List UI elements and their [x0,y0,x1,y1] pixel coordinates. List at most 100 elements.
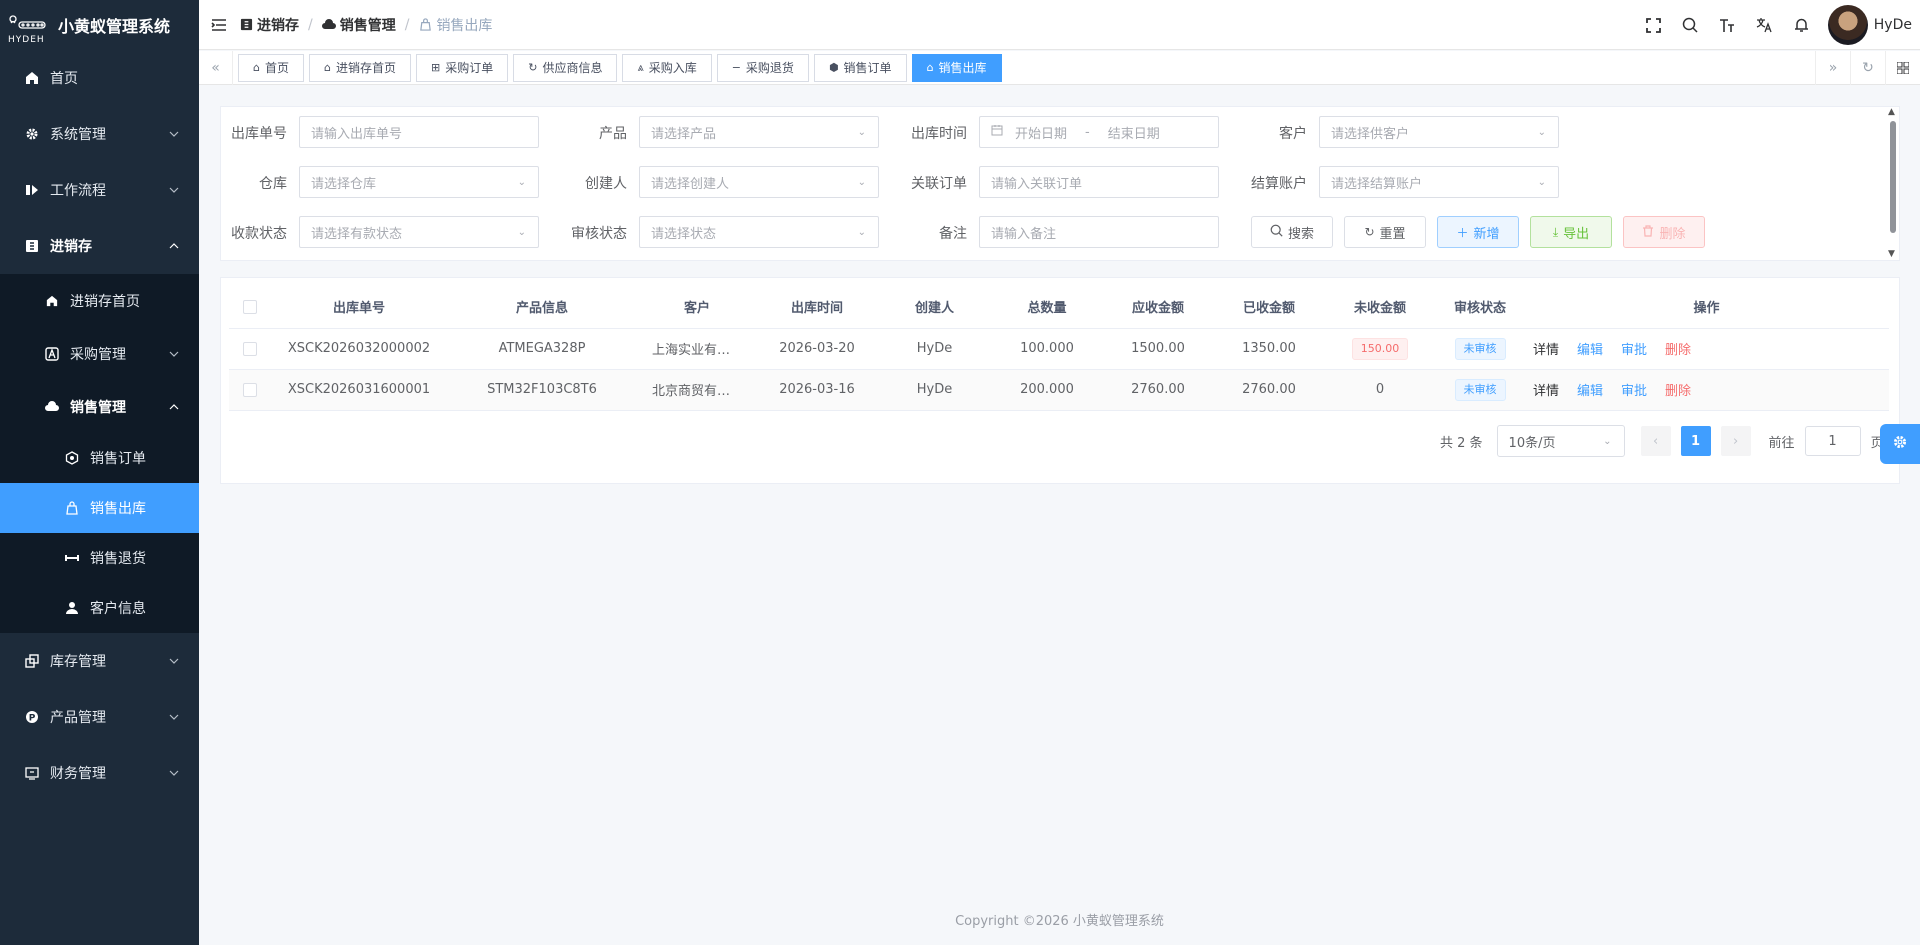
sidebar-item-sales-order[interactable]: 销售订单 [0,433,199,483]
tab-sales-order[interactable]: ⬢ 销售订单 [813,53,907,82]
col-receivable: 应收金额 [1102,286,1214,329]
breadcrumb-label: 销售管理 [339,17,396,34]
sidebar-item-label: 进销存首页 [70,293,140,310]
cell-unpaid: 0 [1324,369,1436,411]
chevron-down-icon: ⌄ [857,226,866,238]
reset-button[interactable]: ↻ 重置 [1344,216,1426,248]
sidebar-item-purchase[interactable]: 采购管理 [0,327,199,380]
tab-home[interactable]: ⌂ 首页 [238,53,304,82]
tab-sales-outbound[interactable]: ⌂ 销售出库 [911,53,1002,82]
label-creator: 创建人 [585,176,627,192]
next-page-button[interactable]: › [1720,426,1751,456]
account-select[interactable]: 请选择结算账户 ⌄ [1319,166,1559,198]
audit-status-select[interactable]: 请选择状态 ⌄ [639,216,879,248]
sidebar-item-jxc[interactable]: 进销存 [0,218,199,274]
cell-time: 2026-03-20 [757,328,877,370]
outbound-icon [64,500,80,516]
select-all-header [229,286,271,329]
label-product: 产品 [599,126,627,142]
delete-button-label: 删除 [1659,226,1686,242]
search-icon[interactable] [1672,0,1709,50]
breadcrumb-label: 销售出库 [436,17,493,34]
sidebar-item-customer[interactable]: 客户信息 [0,583,199,633]
tab-purchase-in[interactable]: ⩓ 采购入库 [622,53,712,82]
breadcrumb-item-sales[interactable]: 销售管理 [321,15,396,35]
calendar-icon [991,124,1003,140]
username[interactable]: HyDe [1874,17,1912,33]
sidebar-item-label: 进销存 [50,239,92,255]
order-no-input[interactable]: 请输入出库单号 [299,116,539,148]
bell-icon[interactable] [1783,0,1820,50]
translate-icon[interactable] [1746,0,1783,50]
double-chevron-right-icon[interactable]: » [1815,51,1850,85]
sidebar-item-finance[interactable]: 财务管理 [0,745,199,801]
row-checkbox[interactable] [243,341,257,356]
cell-actions: 详情 编辑 审批 删除 [1524,369,1889,411]
prev-page-button[interactable]: ‹ [1640,426,1671,456]
approve-link[interactable]: 审批 [1621,384,1647,399]
scroll-up-icon[interactable]: ▲ [1888,107,1895,117]
tab-label: 销售订单 [843,61,892,75]
sidebar-item-stock[interactable]: 库存管理 [0,633,199,689]
sidebar-item-sales[interactable]: 销售管理 [0,380,199,433]
label-audit: 审核状态 [571,226,627,242]
inventory-icon [239,18,253,32]
filter-scrollbar[interactable]: ▲ ▼ [1887,107,1899,262]
font-size-icon[interactable] [1709,0,1746,50]
sidebar-item-jxc-home[interactable]: 进销存首页 [0,274,199,327]
remark-input[interactable]: 请输入备注 [979,216,1219,248]
breadcrumb: 进销存 / 销售管理 / 销售出库 [239,15,492,35]
scroll-down-icon[interactable]: ▼ [1888,249,1895,259]
approve-link[interactable]: 审批 [1621,343,1647,358]
page-size-select[interactable]: 10条/页 ⌄ [1496,425,1625,457]
select-all-checkbox[interactable] [243,299,257,314]
edit-link[interactable]: 编辑 [1577,384,1603,399]
tab-jxc-home[interactable]: ⌂ 进销存首页 [309,53,411,82]
delete-button[interactable]: 删除 [1623,216,1705,248]
row-checkbox[interactable] [243,382,257,397]
payment-status-placeholder: 请选择有款状态 [311,226,403,242]
sidebar-item-system[interactable]: 系统管理 [0,106,199,162]
search-button[interactable]: 搜索 [1251,216,1333,248]
cell-order-no: XSCK2026032000002 [271,328,447,370]
tags-bar-right: » ↻ [1815,51,1920,85]
tab-purchase-order[interactable]: ⊞ 采购订单 [416,53,509,82]
product-select[interactable]: 请选择产品 ⌄ [639,116,879,148]
sidebar-item-sales-return[interactable]: 销售退货 [0,533,199,583]
add-button[interactable]: ＋ 新增 [1437,216,1519,248]
tab-supplier[interactable]: ↻ 供应商信息 [513,53,618,82]
hamburger-icon[interactable] [199,0,239,50]
sidebar-item-workflow[interactable]: 工作流程 [0,162,199,218]
edit-link[interactable]: 编辑 [1577,343,1603,358]
page-size-value: 10条/页 [1508,435,1556,451]
goto-page-input[interactable]: 1 [1804,426,1861,456]
tab-purchase-return[interactable]: − 采购退货 [716,53,809,82]
page-1-button[interactable]: 1 [1680,426,1711,456]
detail-link[interactable]: 详情 [1533,343,1559,358]
cell-product: STM32F103C8T6 [447,369,637,411]
settings-button[interactable] [1880,424,1920,464]
sidebar-item-product[interactable]: P 产品管理 [0,689,199,745]
creator-select[interactable]: 请选择创建人 ⌄ [639,166,879,198]
grid-menu-icon[interactable] [1885,51,1920,85]
detail-link[interactable]: 详情 [1533,384,1559,399]
cell-status-wrap: 未审核 [1436,328,1524,370]
breadcrumb-item-jxc[interactable]: 进销存 [239,15,299,35]
avatar[interactable] [1827,5,1868,45]
fullscreen-icon[interactable] [1635,0,1672,50]
refresh-icon[interactable]: ↻ [1850,51,1885,85]
double-chevron-left-icon[interactable]: « [199,50,233,85]
sidebar-item-sales-outbound[interactable]: 销售出库 [0,483,199,533]
payment-status-select[interactable]: 请选择有款状态 ⌄ [299,216,539,248]
chevron-down-icon: ⌄ [857,176,866,188]
reset-button-label: 重置 [1379,226,1406,242]
scrollbar-thumb[interactable] [1890,121,1896,233]
date-range-picker[interactable]: 开始日期 - 结束日期 [979,116,1219,148]
customer-select[interactable]: 请选择供客户 ⌄ [1319,116,1559,148]
warehouse-select[interactable]: 请选择仓库 ⌄ [299,166,539,198]
sidebar-item-home[interactable]: 首页 [0,50,199,106]
export-button[interactable]: ⤓ 导出 [1530,216,1612,248]
delete-link[interactable]: 删除 [1665,343,1691,358]
delete-link[interactable]: 删除 [1665,384,1691,399]
related-order-input[interactable]: 请输入关联订单 [979,166,1219,198]
